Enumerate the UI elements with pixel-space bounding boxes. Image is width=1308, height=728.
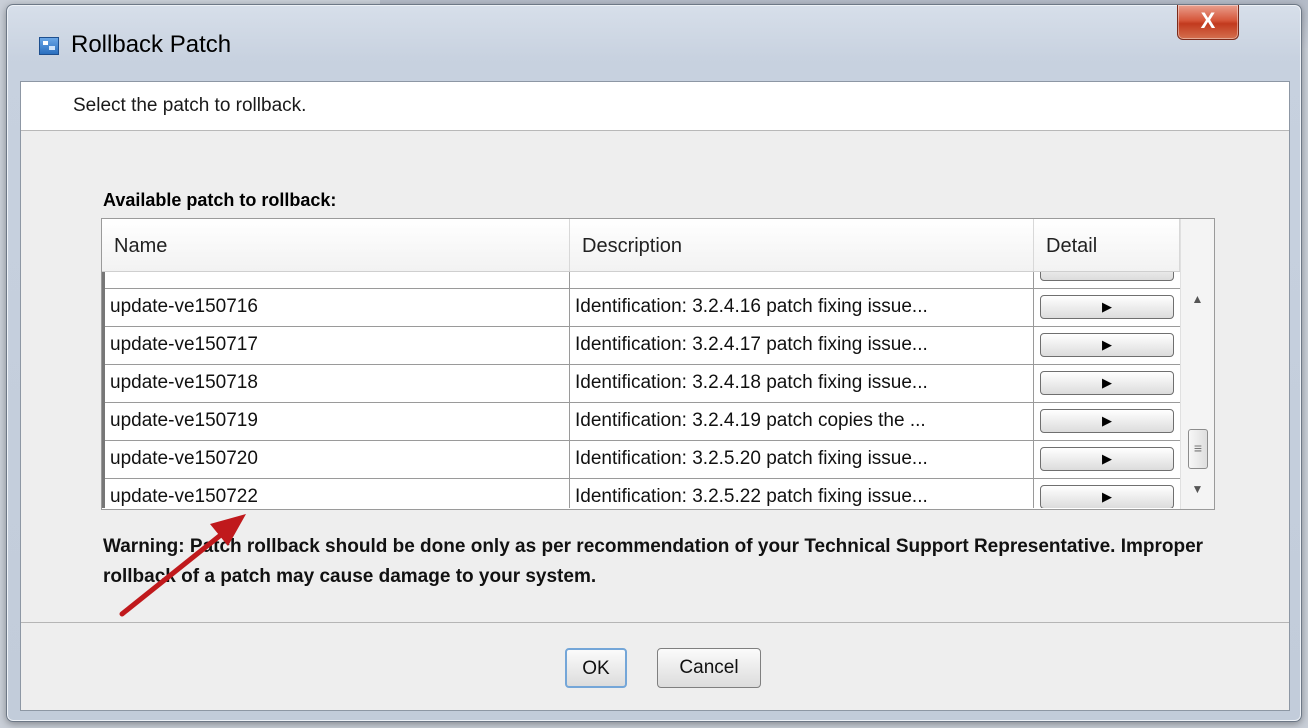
detail-button[interactable]: ▶ <box>1040 409 1174 433</box>
warning-text: Warning: Patch rollback should be done o… <box>103 536 1204 587</box>
table-cell-detail: ▶ <box>1034 478 1180 508</box>
dialog-title: Rollback Patch <box>71 31 232 58</box>
table-cell-detail: ▶ <box>1034 288 1180 326</box>
table-cell-detail: ▶ <box>1034 440 1180 478</box>
detail-button[interactable]: ▶ <box>1040 333 1174 357</box>
detail-button[interactable]: ▶ <box>1040 447 1174 471</box>
table-row[interactable]: update-ve150716 Identification: 3.2.4.16… <box>102 288 1180 327</box>
column-header-description[interactable]: Description <box>570 219 1034 271</box>
table-cell-detail: ▶ <box>1034 402 1180 440</box>
scroll-down-arrow-icon[interactable]: ▼ <box>1181 479 1214 499</box>
table-row[interactable]: update-ve150718 Identification: 3.2.4.18… <box>102 364 1180 403</box>
table-cell-description: Identification: 3.2.4.19 patch copies th… <box>570 402 1034 440</box>
table-cell-name: update-ve150720 <box>102 440 570 478</box>
table-row[interactable]: update-ve150720 Identification: 3.2.5.20… <box>102 440 1180 479</box>
table-row[interactable]: update-ve150717 Identification: 3.2.4.17… <box>102 326 1180 365</box>
table-row[interactable]: update-ve150719 Identification: 3.2.4.19… <box>102 402 1180 441</box>
scroll-thumb[interactable]: ≡ <box>1188 429 1208 469</box>
table-row[interactable]: update-ve150722 Identification: 3.2.5.22… <box>102 478 1180 508</box>
table-cell-description: Identification: 3.2.4.16 patch fixing is… <box>570 288 1034 326</box>
table-cell-description: Identification: 3.2.4.17 patch fixing is… <box>570 326 1034 364</box>
table-row-partial[interactable] <box>102 272 1180 289</box>
table-cell-description: Identification: 3.2.4.18 patch fixing is… <box>570 364 1034 402</box>
table-cell-description: Identification: 3.2.5.20 patch fixing is… <box>570 440 1034 478</box>
dialog-content: Select the patch to rollback. Available … <box>20 81 1290 711</box>
table-cell-detail: ▶ <box>1034 364 1180 402</box>
table-body: update-ve150716 Identification: 3.2.4.16… <box>102 272 1180 508</box>
app-icon <box>39 37 59 55</box>
detail-button[interactable] <box>1040 272 1174 281</box>
table-cell-name: update-ve150716 <box>102 288 570 326</box>
table-cell-name: update-ve150718 <box>102 364 570 402</box>
vertical-scrollbar[interactable]: ▲ ≡ ▼ <box>1180 219 1214 509</box>
table-cell-description: Identification: 3.2.5.22 patch fixing is… <box>570 478 1034 508</box>
ok-button[interactable]: OK <box>565 648 627 688</box>
detail-button[interactable]: ▶ <box>1040 371 1174 395</box>
footer-divider <box>21 622 1289 623</box>
detail-button[interactable]: ▶ <box>1040 485 1174 508</box>
patch-table[interactable]: Name Description Detail update-ve150716 … <box>101 218 1215 510</box>
table-cell-description <box>570 272 1034 288</box>
title-bar: Rollback Patch X <box>7 5 1301 85</box>
table-cell-name: update-ve150717 <box>102 326 570 364</box>
table-cell-name: update-ve150719 <box>102 402 570 440</box>
cancel-button[interactable]: Cancel <box>657 648 761 688</box>
close-button[interactable]: X <box>1177 5 1239 40</box>
instruction-area: Select the patch to rollback. <box>21 82 1289 131</box>
rollback-patch-dialog: Rollback Patch X Select the patch to rol… <box>6 4 1302 722</box>
column-header-name[interactable]: Name <box>102 219 570 271</box>
instruction-text: Select the patch to rollback. <box>73 95 307 116</box>
table-cell-name <box>102 272 570 288</box>
table-cell-detail: ▶ <box>1034 326 1180 364</box>
table-header: Name Description Detail <box>102 219 1180 272</box>
scroll-up-arrow-icon[interactable]: ▲ <box>1181 289 1214 309</box>
column-header-detail[interactable]: Detail <box>1034 219 1180 271</box>
table-cell-detail <box>1034 272 1180 288</box>
detail-button[interactable]: ▶ <box>1040 295 1174 319</box>
table-cell-name: update-ve150722 <box>102 478 570 508</box>
available-patch-label: Available patch to rollback: <box>103 190 337 210</box>
